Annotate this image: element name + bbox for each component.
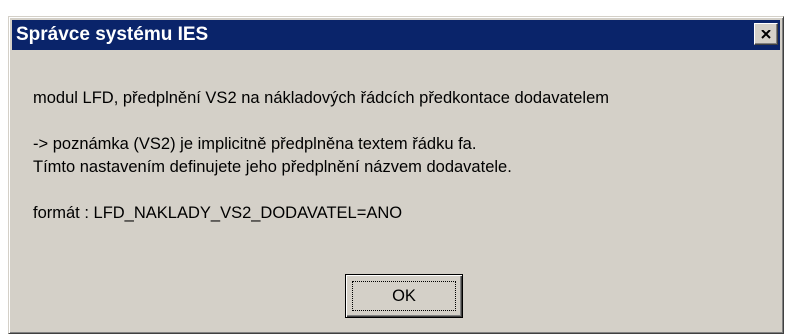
message-line-2: -> poznámka (VS2) je implicitně předplně… xyxy=(33,135,477,153)
message-line-4: formát : LFD_NAKLADY_VS2_DODAVATEL=ANO xyxy=(33,204,403,222)
message-line-1: modul LFD, předplnění VS2 na nákladových… xyxy=(33,89,610,107)
window-title: Správce systému IES xyxy=(16,24,209,45)
title-bar[interactable]: Správce systému IES xyxy=(12,20,780,50)
close-button[interactable] xyxy=(754,23,778,45)
close-icon xyxy=(761,29,771,39)
message-line-3: Tímto nastavením definujete jeho předpln… xyxy=(33,158,512,176)
message-dialog: Správce systému IES modul LFD, předplněn… xyxy=(8,16,784,334)
message-body: modul LFD, předplnění VS2 na nákladových… xyxy=(33,87,775,225)
ok-button-label: OK xyxy=(392,286,416,305)
ok-button[interactable]: OK xyxy=(345,274,463,318)
